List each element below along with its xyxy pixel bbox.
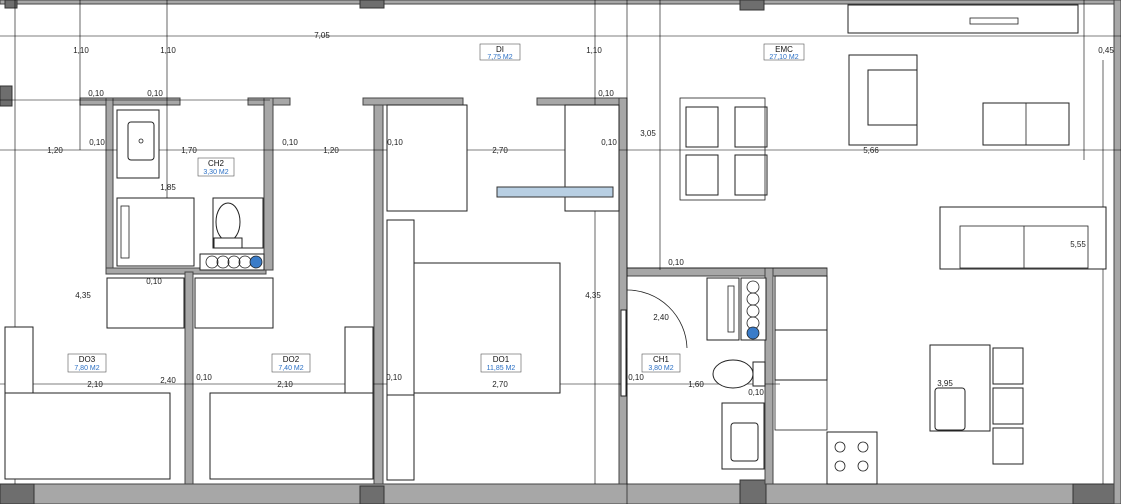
svg-text:0,10: 0,10 xyxy=(598,89,614,98)
svg-text:2,10: 2,10 xyxy=(87,380,103,389)
svg-text:3,80 M2: 3,80 M2 xyxy=(648,365,673,372)
svg-text:2,70: 2,70 xyxy=(492,380,508,389)
svg-text:11,85 M2: 11,85 M2 xyxy=(487,365,516,372)
floor-plan: DI 7,75 M2 EMC 27,10 M2 CH2 3,30 M2 DO3 … xyxy=(0,0,1121,504)
svg-text:1,85: 1,85 xyxy=(160,183,176,192)
room-label-do3: DO3 7,80 M2 xyxy=(67,353,107,373)
svg-text:0,10: 0,10 xyxy=(748,388,764,397)
room-label-di: DI 7,75 M2 xyxy=(479,43,521,61)
svg-text:0,10: 0,10 xyxy=(147,89,163,98)
svg-text:CH1: CH1 xyxy=(653,355,670,364)
svg-text:EMC: EMC xyxy=(775,45,793,54)
svg-text:2,40: 2,40 xyxy=(653,313,669,322)
svg-text:CH2: CH2 xyxy=(208,159,225,168)
svg-text:0,10: 0,10 xyxy=(668,258,684,267)
svg-text:DO1: DO1 xyxy=(493,355,510,364)
svg-text:0,10: 0,10 xyxy=(387,138,403,147)
svg-text:1,20: 1,20 xyxy=(323,146,339,155)
svg-text:0,10: 0,10 xyxy=(601,138,617,147)
svg-text:4,35: 4,35 xyxy=(585,291,601,300)
svg-text:0,10: 0,10 xyxy=(89,138,105,147)
svg-text:7,05: 7,05 xyxy=(314,31,330,40)
svg-text:27,10 M2: 27,10 M2 xyxy=(769,54,798,61)
room-label-ch1: CH1 3,80 M2 xyxy=(641,353,681,373)
svg-text:5,55: 5,55 xyxy=(1070,240,1086,249)
svg-text:4,35: 4,35 xyxy=(75,291,91,300)
svg-text:0,10: 0,10 xyxy=(386,373,402,382)
svg-text:3,30 M2: 3,30 M2 xyxy=(203,169,228,176)
svg-text:1,10: 1,10 xyxy=(160,46,176,55)
room-label-do2: DO2 7,40 M2 xyxy=(271,353,311,373)
svg-text:7,75 M2: 7,75 M2 xyxy=(487,54,512,61)
svg-text:1,70: 1,70 xyxy=(181,146,197,155)
svg-text:DO2: DO2 xyxy=(283,355,300,364)
svg-text:2,40: 2,40 xyxy=(160,376,176,385)
svg-text:7,80 M2: 7,80 M2 xyxy=(74,365,99,372)
svg-text:DI: DI xyxy=(496,45,504,54)
room-label-emc: EMC 27,10 M2 xyxy=(763,43,805,61)
svg-text:7,40 M2: 7,40 M2 xyxy=(278,365,303,372)
svg-text:3,05: 3,05 xyxy=(640,129,656,138)
svg-text:0,10: 0,10 xyxy=(88,89,104,98)
svg-text:1,10: 1,10 xyxy=(73,46,89,55)
svg-text:DO3: DO3 xyxy=(79,355,96,364)
room-label-ch2: CH2 3,30 M2 xyxy=(197,157,235,177)
svg-text:2,70: 2,70 xyxy=(492,146,508,155)
svg-text:5,66: 5,66 xyxy=(863,146,879,155)
room-label-do1: DO1 11,85 M2 xyxy=(480,353,522,373)
svg-text:0,10: 0,10 xyxy=(196,373,212,382)
svg-text:2,10: 2,10 xyxy=(277,380,293,389)
glass-panel xyxy=(496,186,614,198)
svg-text:0,10: 0,10 xyxy=(282,138,298,147)
svg-text:3,95: 3,95 xyxy=(937,379,953,388)
furniture xyxy=(4,4,1107,485)
svg-text:1,20: 1,20 xyxy=(47,146,63,155)
svg-text:0,45: 0,45 xyxy=(1098,46,1114,55)
svg-text:1,60: 1,60 xyxy=(688,380,704,389)
svg-text:0,10: 0,10 xyxy=(146,277,162,286)
svg-text:1,10: 1,10 xyxy=(586,46,602,55)
svg-text:0,10: 0,10 xyxy=(628,373,644,382)
